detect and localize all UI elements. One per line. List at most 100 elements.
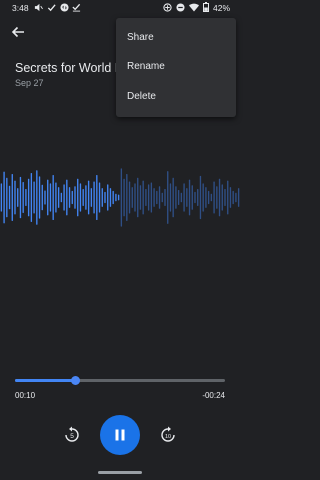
waveform-bar: [156, 190, 158, 205]
waveform-bar: [169, 183, 172, 212]
waveform-bar: [47, 179, 49, 216]
waveform-bar: [175, 186, 177, 209]
task-done-icon: [72, 2, 81, 13]
waveform-bar: [68, 187, 71, 208]
waveform-bar: [191, 185, 193, 210]
waveform-bar: [142, 180, 144, 215]
waveform-bar: [126, 174, 128, 221]
waveform-bar: [93, 181, 95, 214]
waveform-bar: [227, 180, 229, 215]
waveform-bar: [22, 181, 24, 214]
waveform-bar: [147, 184, 150, 211]
seek-bar-progress: [15, 379, 76, 382]
mute-icon: [34, 2, 43, 13]
waveform-bar: [123, 178, 125, 217]
waveform-bar: [33, 181, 35, 214]
waveform-bar: [109, 188, 112, 207]
data-saver-icon: [163, 2, 172, 14]
waveform-bar: [235, 192, 237, 203]
elapsed-time: 00:10: [15, 391, 36, 400]
waveform-bar: [210, 193, 213, 202]
overflow-menu: Share Rename Delete: [116, 18, 236, 117]
dnd-icon: [176, 2, 185, 14]
waveform-bar: [19, 176, 22, 219]
waveform-bar: [202, 183, 204, 212]
waveform-bar: [137, 177, 139, 218]
waveform-bar: [63, 184, 65, 211]
svg-text:5: 5: [70, 433, 74, 440]
battery-icon: [202, 2, 209, 14]
waveform-bar: [207, 190, 210, 205]
seek-bar[interactable]: [15, 376, 225, 385]
menu-item-delete[interactable]: Delete: [127, 91, 156, 102]
back-button[interactable]: [10, 24, 26, 40]
status-time: 3:48: [12, 3, 29, 13]
waveform-bar: [128, 181, 131, 214]
waveform-bar: [205, 187, 207, 208]
waveform-bar: [66, 179, 68, 216]
waveform-bar: [188, 179, 191, 216]
waveform-bar: [153, 188, 155, 207]
waveform-bar: [107, 184, 109, 211]
waveform-bar: [218, 178, 221, 217]
svg-text:10: 10: [165, 434, 171, 440]
waveform-bar: [38, 176, 41, 219]
waveform-bar: [112, 190, 114, 205]
replay-5-icon: 5: [65, 426, 79, 442]
seek-bar-thumb[interactable]: [71, 376, 81, 385]
waveform-bar: [224, 189, 226, 206]
pause-icon: [115, 429, 125, 441]
waveform-bar: [150, 182, 153, 213]
check-icon: [47, 2, 56, 13]
waveform-bar: [221, 184, 223, 211]
waveform-bar: [180, 192, 183, 203]
waveform-bar: [145, 189, 147, 206]
waveform-bar: [8, 185, 11, 210]
waveform-bar: [11, 174, 13, 221]
battery-percent: 42%: [212, 3, 230, 13]
waveform-bar: [82, 189, 84, 206]
waveform-bar: [25, 189, 27, 206]
waveform-bar: [71, 190, 73, 205]
waveform-bar: [52, 174, 54, 221]
menu-item-rename[interactable]: Rename: [127, 61, 165, 72]
waveform-bar: [194, 191, 196, 204]
status-bar: 3:48 42%: [0, 0, 240, 16]
waveform-bar: [172, 177, 174, 218]
wifi-icon: [188, 3, 199, 14]
waveform-bar: [229, 187, 232, 208]
waveform-bar: [79, 183, 82, 212]
waveform-bar: [183, 183, 185, 212]
waveform-bar: [197, 189, 199, 206]
waveform-bar: [6, 177, 8, 218]
waveform-bar: [0, 183, 3, 212]
rewind-5-button[interactable]: 5: [62, 425, 82, 445]
waveform-bar: [77, 178, 79, 217]
waveform-bar: [3, 171, 5, 224]
gesture-nav-bar[interactable]: [98, 471, 142, 474]
menu-item-share[interactable]: Share: [127, 32, 154, 43]
forward-10-icon: 10: [161, 426, 175, 442]
pause-button[interactable]: [100, 415, 140, 455]
arrow-back-icon: [11, 26, 24, 38]
waveform-bar: [49, 183, 52, 212]
waveform-bar: [117, 194, 120, 201]
waveform-bar: [186, 188, 188, 207]
waveform-bar: [74, 186, 76, 209]
waveform-bar: [120, 168, 123, 227]
waveform-bar: [98, 182, 101, 213]
waveform-bar: [232, 190, 234, 205]
waveform-bar: [17, 188, 19, 207]
waveform-bar: [44, 190, 46, 205]
waveform-bar: [177, 189, 180, 206]
waveform[interactable]: [0, 150, 240, 245]
waveform-bar: [55, 182, 57, 213]
forward-10-button[interactable]: 10: [158, 425, 178, 445]
recording-title: Secrets for World D: [15, 61, 124, 75]
waveform-bar: [216, 186, 218, 209]
waveform-bar: [60, 192, 63, 203]
shazam-icon: [60, 2, 69, 13]
waveform-bar: [167, 171, 169, 224]
waveform-bar: [27, 178, 30, 217]
waveform-bar: [87, 180, 90, 215]
